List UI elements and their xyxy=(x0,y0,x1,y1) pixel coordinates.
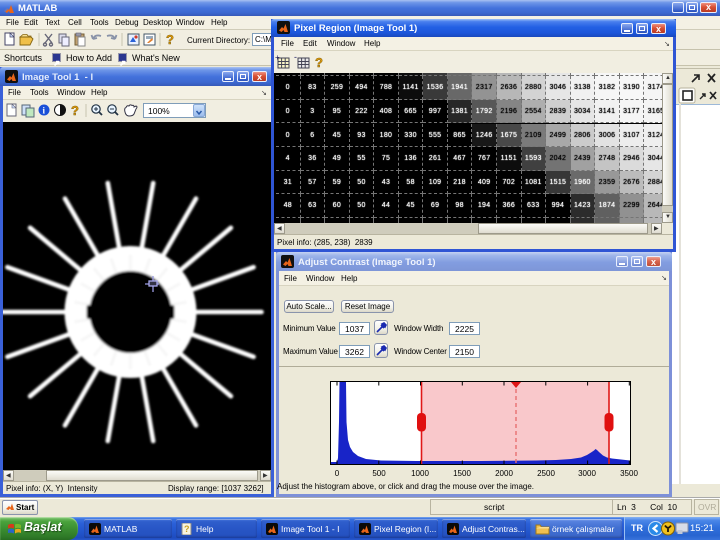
svg-text:-: - xyxy=(294,52,297,62)
svg-text:?: ? xyxy=(184,524,190,534)
svg-text:?: ? xyxy=(71,103,79,118)
svg-text:?: ? xyxy=(315,55,323,70)
svg-text:?: ? xyxy=(166,32,174,47)
